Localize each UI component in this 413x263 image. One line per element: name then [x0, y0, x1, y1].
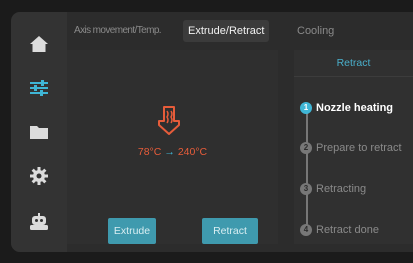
- extrude-button[interactable]: Extrude: [108, 218, 156, 244]
- robot-icon: [30, 213, 48, 230]
- nav-files[interactable]: [23, 116, 55, 148]
- retract-panel-title: Retract: [294, 50, 413, 77]
- main-panel: Axis movement/Temp. Extrude/Retract Cool…: [67, 12, 413, 252]
- retract-button[interactable]: Retract: [202, 218, 258, 244]
- retract-progress-panel: Retract 1 Nozzle heating 2 Prepare to re…: [294, 50, 413, 244]
- home-icon: [30, 36, 48, 52]
- nozzle-heater-icon: [158, 106, 180, 135]
- step-label: Retracting: [316, 183, 367, 195]
- tab-extrude-retract[interactable]: Extrude/Retract: [183, 20, 270, 42]
- sliders-icon: [30, 80, 48, 96]
- step-number: 3: [300, 183, 312, 195]
- step-number: 2: [300, 142, 312, 154]
- arrow-right-icon: →: [164, 146, 175, 158]
- step-label: Prepare to retract: [316, 142, 402, 154]
- step-label: Nozzle heating: [316, 102, 394, 114]
- step-label: Retract done: [316, 224, 379, 236]
- current-temperature: 78°C: [137, 146, 162, 158]
- nav-home[interactable]: [23, 28, 55, 60]
- printer-screen: Axis movement/Temp. Extrude/Retract Cool…: [11, 12, 413, 252]
- tab-cooling[interactable]: Cooling: [297, 20, 334, 42]
- tab-bar: Axis movement/Temp. Extrude/Retract Cool…: [67, 12, 413, 50]
- step-number: 1: [300, 102, 312, 114]
- steps-connector: [306, 110, 308, 235]
- nav-controls[interactable]: [23, 72, 55, 104]
- nav-settings[interactable]: [23, 160, 55, 192]
- target-temperature: 240°C: [177, 146, 208, 158]
- tab-axis-movement-temp[interactable]: Axis movement/Temp.: [74, 20, 162, 42]
- step-number: 4: [300, 224, 312, 236]
- sidebar: [11, 12, 67, 252]
- nozzle-temperature: 78°C → 240°C: [67, 146, 278, 158]
- extrude-control-panel: 78°C → 240°C Extrude Retract: [67, 50, 278, 244]
- gear-icon: [30, 167, 48, 185]
- nav-assistant[interactable]: [23, 206, 55, 238]
- folder-icon: [30, 126, 48, 139]
